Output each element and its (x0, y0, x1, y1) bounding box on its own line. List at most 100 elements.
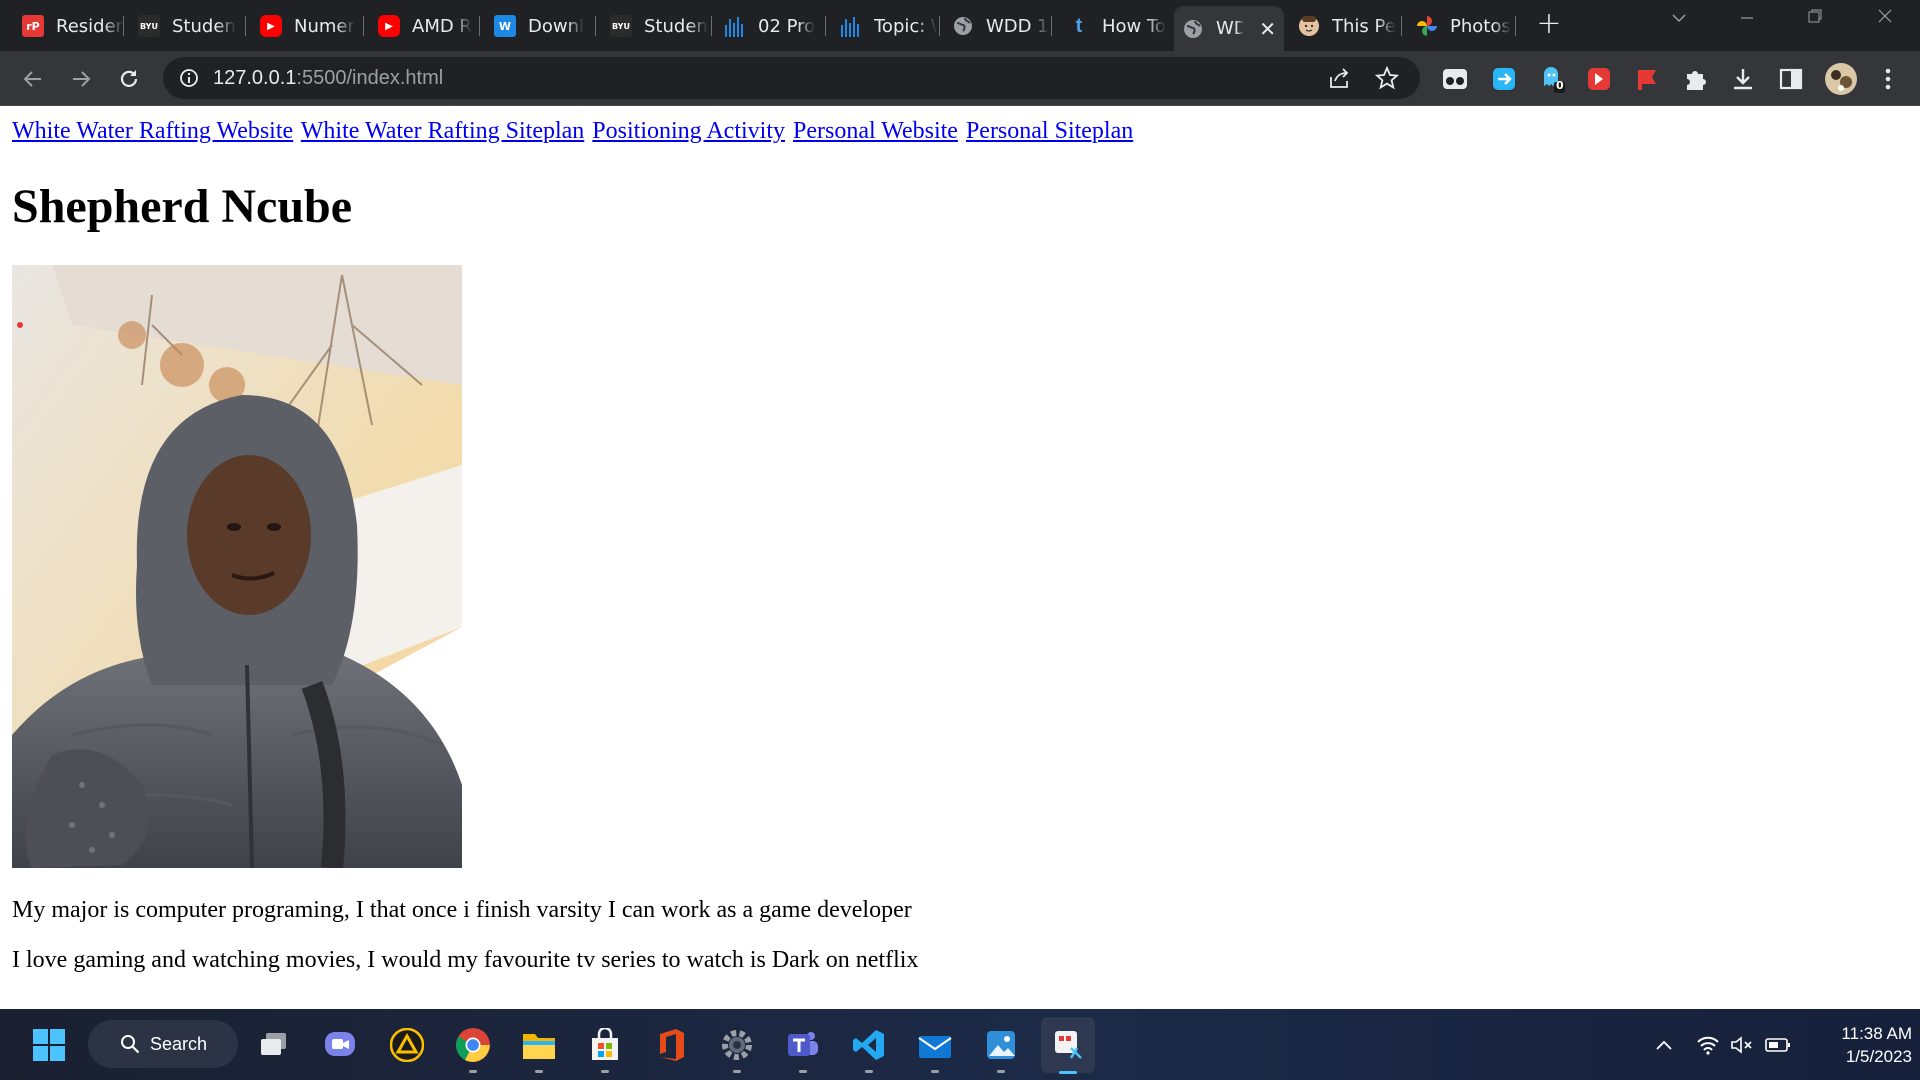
page-heading: Shepherd Ncube (12, 180, 353, 233)
extensions-puzzle-icon[interactable] (1681, 65, 1709, 93)
close-window-icon[interactable] (1862, 8, 1908, 36)
tab-title: Residen (56, 15, 124, 37)
globe-icon (1182, 18, 1204, 40)
office-icon[interactable] (649, 1023, 693, 1067)
tab-title: WDD 1 (986, 15, 1049, 37)
url-path: :5500/index.html (296, 67, 444, 89)
teams-icon[interactable] (781, 1023, 825, 1073)
back-arrow-icon[interactable] (18, 64, 48, 94)
tab-title: How To (1102, 15, 1166, 37)
clock-time: 11:38 AM (1841, 1024, 1912, 1043)
microsoft-store-icon[interactable] (583, 1023, 627, 1073)
close-tab-icon[interactable]: ✕ (1259, 17, 1276, 41)
tab-amd[interactable]: ▶ AMD R (370, 8, 480, 44)
side-panel-icon[interactable] (1777, 65, 1805, 93)
tab-title: Downl (528, 15, 585, 37)
url-text: 127.0.0.1:5500/index.html (213, 67, 443, 90)
tab-residen[interactable]: rP Residen (14, 8, 124, 44)
extension-ghost-icon[interactable]: 0 (1538, 65, 1566, 93)
tab-title: Photos (1450, 15, 1511, 37)
nav-link-personal-siteplan[interactable]: Personal Siteplan (966, 118, 1133, 144)
bars-icon (724, 15, 746, 37)
battery-icon[interactable] (1764, 1032, 1792, 1058)
tab-photos[interactable]: Photos (1408, 8, 1516, 44)
taskbar-clock[interactable]: 11:38 AM 1/5/2023 (1812, 1022, 1912, 1068)
settings-gear-icon[interactable] (715, 1023, 759, 1073)
reload-icon[interactable] (114, 64, 144, 94)
browser-toolbar: 127.0.0.1:5500/index.html 0 (0, 51, 1920, 106)
profile-photo (12, 265, 462, 868)
bars-icon (840, 15, 862, 37)
file-explorer-icon[interactable] (517, 1023, 561, 1073)
address-bar[interactable]: 127.0.0.1:5500/index.html (163, 57, 1420, 99)
minimize-icon[interactable] (1724, 8, 1770, 36)
extension-glasses-icon[interactable] (1441, 65, 1469, 93)
restore-icon[interactable] (1792, 8, 1838, 36)
document-icon: W (494, 15, 516, 37)
tab-topic[interactable]: Topic: \ (832, 8, 940, 44)
task-view-icon[interactable] (252, 1023, 296, 1067)
chat-camera-icon[interactable] (318, 1023, 362, 1067)
youtube-icon: ▶ (378, 15, 400, 37)
windows-start-icon[interactable] (27, 1023, 71, 1067)
extension-red-flag-icon[interactable] (1633, 65, 1661, 93)
volume-muted-icon[interactable] (1728, 1032, 1756, 1058)
wifi-icon[interactable] (1694, 1032, 1722, 1058)
browser-tab-strip: rP Residen BYU Studen ▶ Numer ▶ AMD R W … (0, 0, 1920, 51)
nav-link-rafting-siteplan[interactable]: White Water Rafting Siteplan (301, 118, 585, 144)
tab-wdd-1[interactable]: WDD 1 (944, 8, 1052, 44)
tab-studen-2[interactable]: BYU Studen (602, 8, 712, 44)
rp-icon: rP (22, 15, 44, 37)
tab-title: WD (1216, 18, 1244, 39)
tab-numer[interactable]: ▶ Numer (252, 8, 364, 44)
tab-studen-1[interactable]: BYU Studen (130, 8, 246, 44)
bio-paragraph-hobbies: I love gaming and watching movies, I wou… (12, 947, 919, 973)
extension-red-play-icon[interactable] (1585, 65, 1613, 93)
search-icon (120, 1034, 140, 1059)
tab-title: Numer (294, 15, 355, 37)
tab-title: Topic: \ (874, 15, 938, 37)
bio-paragraph-major: My major is computer programing, I that … (12, 897, 912, 923)
tab-wd-active[interactable]: WD ✕ (1174, 6, 1284, 51)
new-tab-plus-icon[interactable]: + (1536, 9, 1562, 41)
tab-title: Studen (644, 15, 708, 37)
tab-title: 02 Pro (758, 15, 816, 37)
share-icon[interactable] (1327, 67, 1351, 93)
tray-overflow-chevron-icon[interactable] (1650, 1032, 1678, 1058)
avatar-face-icon (1298, 15, 1320, 37)
snipping-tool-icon[interactable] (1041, 1017, 1095, 1074)
tab-title: This Pe (1332, 15, 1396, 37)
globe-icon (952, 15, 974, 37)
taskbar-search-button[interactable]: Search (88, 1020, 238, 1068)
site-nav: White Water Rafting Website White Water … (12, 118, 1135, 145)
photos-app-icon[interactable] (979, 1023, 1023, 1073)
tab-downl[interactable]: W Downl (486, 8, 596, 44)
forward-arrow-icon[interactable] (66, 64, 96, 94)
app-triangle-icon[interactable] (385, 1023, 429, 1067)
tab-title: AMD R (412, 15, 472, 37)
windows-taskbar: Search 11:38 AM 1/5/2023 (0, 1009, 1920, 1080)
tab-search-chevron-icon[interactable] (1656, 8, 1702, 36)
tumblr-icon: t (1075, 14, 1083, 37)
byu-idaho-icon: BYU (138, 15, 160, 37)
byu-idaho-icon: BYU (610, 15, 632, 37)
web-page: White Water Rafting Website White Water … (0, 107, 1920, 1009)
site-info-icon[interactable] (179, 68, 199, 92)
tab-how-to[interactable]: t How To (1060, 8, 1170, 44)
clock-date: 1/5/2023 (1845, 1047, 1912, 1066)
browser-menu-kebab-icon[interactable] (1874, 65, 1902, 93)
tab-02-pro[interactable]: 02 Pro (716, 8, 826, 44)
nav-link-positioning-activity[interactable]: Positioning Activity (592, 118, 785, 144)
extension-translate-icon[interactable] (1490, 65, 1518, 93)
chrome-icon[interactable] (451, 1023, 495, 1073)
tab-this-pe[interactable]: This Pe (1290, 8, 1402, 44)
google-photos-icon (1416, 15, 1438, 37)
nav-link-personal-website[interactable]: Personal Website (793, 118, 958, 144)
nav-link-rafting-website[interactable]: White Water Rafting Website (12, 118, 293, 144)
tab-title: Studen (172, 15, 236, 37)
profile-avatar-icon[interactable] (1824, 62, 1858, 96)
mail-icon[interactable] (913, 1023, 957, 1073)
bookmark-star-icon[interactable] (1374, 65, 1400, 94)
downloads-icon[interactable] (1729, 65, 1757, 93)
vscode-icon[interactable] (847, 1023, 891, 1073)
